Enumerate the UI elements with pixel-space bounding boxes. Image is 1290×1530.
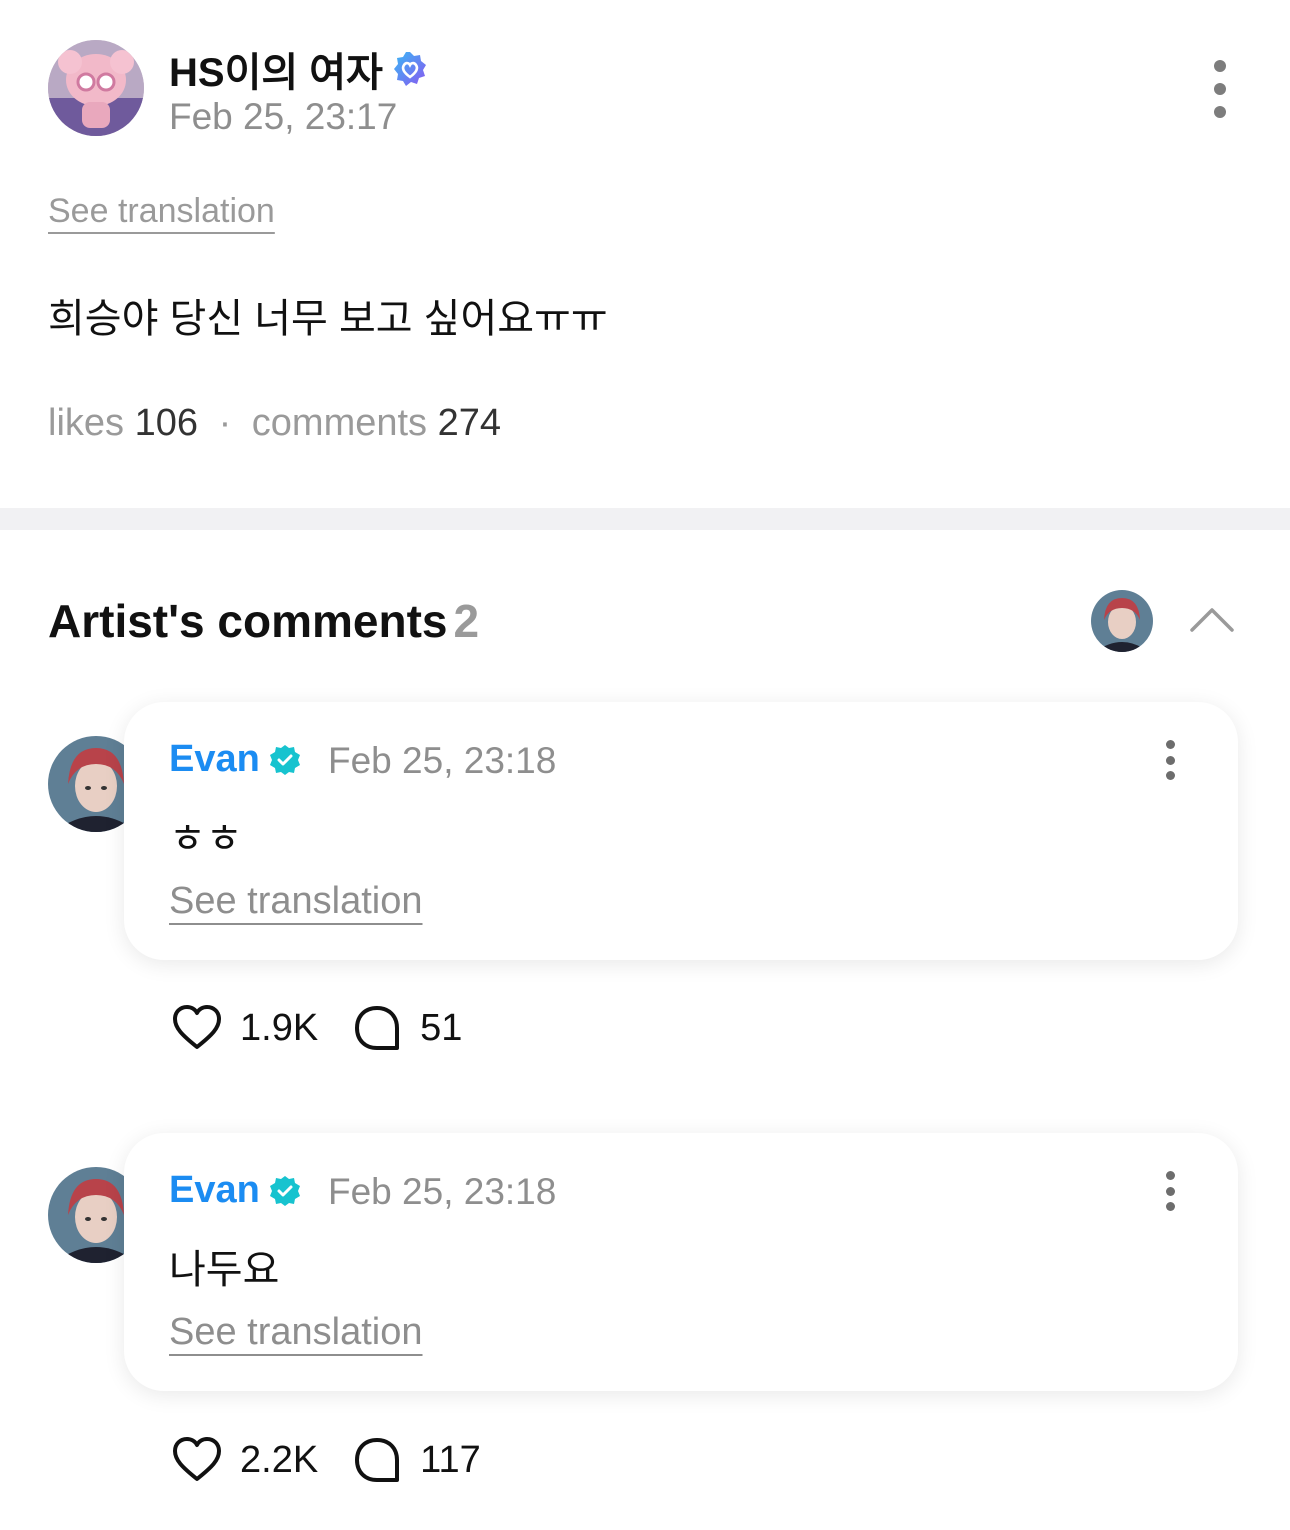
- more-dot: [1165, 755, 1175, 765]
- post-stats: likes 106 · comments 274: [48, 402, 501, 445]
- more-dot: [1165, 771, 1175, 780]
- post-see-translation-link[interactable]: See translation: [48, 192, 275, 231]
- like-count: 1.9K: [240, 1006, 319, 1049]
- comment-author-name: Evan: [169, 1169, 260, 1211]
- more-vertical-icon[interactable]: [1208, 60, 1232, 118]
- reply-button[interactable]: 51: [350, 1001, 494, 1055]
- comment-see-translation-link[interactable]: See translation: [169, 880, 423, 923]
- comments-label: comments: [251, 402, 428, 444]
- artist-comments-title: Artist's comments 2: [48, 594, 479, 648]
- more-dot: [1214, 106, 1226, 118]
- comment-bubble: Evan Feb 25, 23:18 나두요 See translation: [124, 1133, 1238, 1391]
- reply-count: 51: [420, 1006, 463, 1049]
- comment-text: ㅎㅎ: [169, 817, 243, 861]
- artist-comments-header: Artist's comments 2: [48, 590, 1248, 660]
- more-dot: [1165, 1186, 1175, 1196]
- stats-separator: ·: [218, 402, 232, 444]
- artist-comments-count: 2: [453, 595, 480, 647]
- comment-author-name: Evan: [169, 738, 260, 780]
- like-button[interactable]: 1.9K: [170, 1001, 350, 1055]
- reply-count: 117: [420, 1438, 481, 1481]
- more-dot: [1165, 1202, 1175, 1211]
- chevron-up-icon[interactable]: [1189, 600, 1235, 640]
- like-count: 2.2K: [240, 1438, 319, 1481]
- post-timestamp: Feb 25, 23:17: [169, 96, 398, 137]
- likes-label: likes: [48, 402, 125, 444]
- user-avatar[interactable]: [48, 40, 144, 136]
- verified-heart-badge-icon: [393, 52, 426, 86]
- speech-bubble-icon: [355, 1006, 400, 1050]
- verified-check-badge-icon: [269, 1175, 300, 1206]
- comment-reactions: 2.2K 117: [170, 1430, 513, 1490]
- more-dot: [1214, 60, 1226, 72]
- reply-button[interactable]: 117: [350, 1433, 513, 1487]
- verified-check-badge-icon: [269, 744, 300, 775]
- heart-outline-icon: [173, 1437, 221, 1481]
- like-button[interactable]: 2.2K: [170, 1433, 350, 1487]
- comment-text: 나두요: [169, 1248, 280, 1292]
- artist-comments-title-text: Artist's comments: [48, 595, 448, 647]
- comment-timestamp: Feb 25, 23:18: [328, 1171, 557, 1212]
- more-vertical-icon[interactable]: [1162, 1171, 1178, 1211]
- likes-count[interactable]: 106: [135, 402, 198, 444]
- heart-outline-icon: [173, 1005, 221, 1049]
- comments-count[interactable]: 274: [438, 402, 501, 444]
- speech-bubble-icon: [355, 1438, 400, 1482]
- post-header: HS이의 여자 Feb 25, 23:17: [48, 40, 1248, 140]
- more-dot: [1165, 740, 1175, 749]
- comment-see-translation-link[interactable]: See translation: [169, 1311, 423, 1354]
- post-author-name[interactable]: HS이의 여자: [169, 40, 429, 98]
- comment-author[interactable]: Evan: [169, 1169, 302, 1212]
- post-body-text: 희승야 당신 너무 보고 싶어요ㅠㅠ: [48, 297, 608, 341]
- artist-comment: Evan Feb 25, 23:18 나두요 See translation: [48, 1133, 1248, 1393]
- comment-reactions: 1.9K 51: [170, 998, 494, 1058]
- more-vertical-icon[interactable]: [1162, 740, 1178, 780]
- post-author-name-text: HS이의 여자: [169, 51, 383, 95]
- comment-timestamp: Feb 25, 23:18: [328, 740, 557, 781]
- comment-author[interactable]: Evan: [169, 738, 302, 781]
- more-dot: [1214, 83, 1226, 95]
- artist-comment: Evan Feb 25, 23:18 ㅎㅎ See translation: [48, 702, 1248, 962]
- comment-bubble: Evan Feb 25, 23:18 ㅎㅎ See translation: [124, 702, 1238, 960]
- section-divider: [0, 508, 1290, 530]
- artist-avatar[interactable]: [1091, 590, 1153, 652]
- more-dot: [1165, 1171, 1175, 1180]
